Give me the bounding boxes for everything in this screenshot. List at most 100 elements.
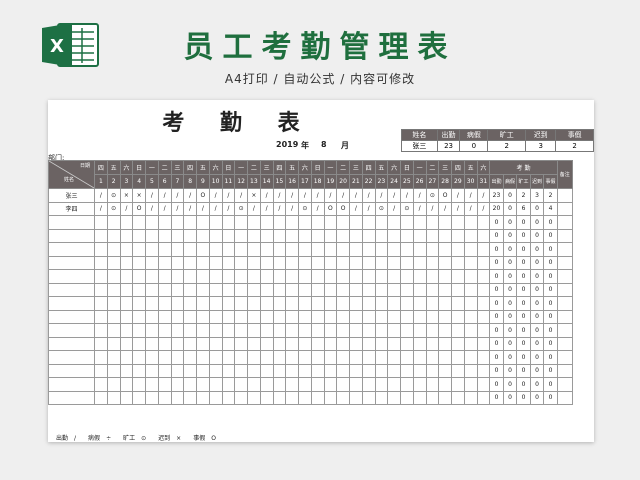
attendance-mark[interactable] bbox=[349, 255, 363, 270]
attendance-mark[interactable] bbox=[349, 282, 363, 297]
attendance-mark[interactable] bbox=[412, 269, 427, 284]
attendance-mark[interactable] bbox=[463, 323, 478, 338]
attendance-mark[interactable] bbox=[400, 228, 414, 243]
attendance-mark[interactable] bbox=[259, 255, 274, 270]
attendance-mark[interactable] bbox=[183, 242, 197, 257]
attendance-mark[interactable] bbox=[208, 282, 223, 297]
attendance-mark[interactable] bbox=[145, 215, 159, 230]
attendance-mark[interactable] bbox=[387, 215, 401, 230]
attendance-mark[interactable] bbox=[425, 296, 440, 311]
attendance-mark[interactable] bbox=[412, 377, 427, 392]
attendance-mark[interactable] bbox=[221, 377, 236, 392]
attendance-mark[interactable] bbox=[145, 255, 159, 270]
attendance-mark[interactable] bbox=[132, 377, 146, 392]
attendance-mark[interactable] bbox=[196, 309, 210, 324]
remark-cell[interactable] bbox=[556, 377, 573, 392]
attendance-mark[interactable] bbox=[119, 215, 134, 230]
attendance-mark[interactable] bbox=[412, 363, 427, 378]
attendance-mark[interactable] bbox=[374, 323, 389, 338]
attendance-mark[interactable]: / bbox=[451, 188, 465, 203]
attendance-mark[interactable] bbox=[374, 255, 389, 270]
attendance-mark[interactable] bbox=[323, 228, 338, 243]
attendance-mark[interactable] bbox=[221, 363, 236, 378]
employee-name[interactable]: 张三 bbox=[48, 188, 95, 203]
attendance-mark[interactable] bbox=[94, 363, 108, 378]
attendance-mark[interactable] bbox=[425, 269, 440, 284]
attendance-mark[interactable] bbox=[119, 336, 134, 351]
attendance-mark[interactable] bbox=[272, 336, 287, 351]
attendance-mark[interactable] bbox=[259, 323, 274, 338]
attendance-mark[interactable]: / bbox=[94, 188, 108, 203]
attendance-mark[interactable] bbox=[94, 390, 108, 405]
attendance-mark[interactable]: / bbox=[361, 201, 376, 216]
attendance-mark[interactable] bbox=[323, 242, 338, 257]
attendance-mark[interactable] bbox=[298, 377, 312, 392]
attendance-mark[interactable] bbox=[157, 377, 172, 392]
attendance-mark[interactable] bbox=[412, 242, 427, 257]
attendance-mark[interactable] bbox=[400, 377, 414, 392]
attendance-mark[interactable] bbox=[259, 363, 274, 378]
attendance-mark[interactable] bbox=[298, 228, 312, 243]
attendance-mark[interactable] bbox=[272, 228, 287, 243]
remark-cell[interactable] bbox=[556, 242, 573, 257]
attendance-mark[interactable]: / bbox=[196, 201, 210, 216]
attendance-mark[interactable] bbox=[272, 363, 287, 378]
remark-cell[interactable] bbox=[556, 228, 573, 243]
attendance-mark[interactable] bbox=[336, 323, 350, 338]
attendance-mark[interactable] bbox=[170, 350, 185, 365]
attendance-mark[interactable]: O bbox=[196, 188, 210, 203]
attendance-mark[interactable] bbox=[259, 215, 274, 230]
attendance-mark[interactable] bbox=[387, 363, 401, 378]
attendance-mark[interactable] bbox=[425, 323, 440, 338]
employee-name[interactable] bbox=[48, 323, 95, 338]
attendance-mark[interactable] bbox=[425, 377, 440, 392]
attendance-mark[interactable] bbox=[247, 215, 261, 230]
attendance-mark[interactable] bbox=[247, 323, 261, 338]
attendance-mark[interactable] bbox=[196, 336, 210, 351]
attendance-mark[interactable] bbox=[119, 269, 134, 284]
attendance-mark[interactable] bbox=[145, 377, 159, 392]
attendance-mark[interactable] bbox=[157, 323, 172, 338]
attendance-mark[interactable] bbox=[208, 350, 223, 365]
attendance-mark[interactable] bbox=[132, 323, 146, 338]
attendance-mark[interactable] bbox=[323, 215, 338, 230]
attendance-mark[interactable] bbox=[463, 350, 478, 365]
attendance-mark[interactable] bbox=[438, 350, 452, 365]
attendance-mark[interactable]: / bbox=[425, 201, 440, 216]
attendance-mark[interactable] bbox=[208, 296, 223, 311]
attendance-mark[interactable] bbox=[157, 390, 172, 405]
attendance-mark[interactable] bbox=[451, 363, 465, 378]
attendance-mark[interactable]: / bbox=[438, 201, 452, 216]
attendance-mark[interactable] bbox=[196, 323, 210, 338]
attendance-mark[interactable] bbox=[119, 323, 134, 338]
attendance-mark[interactable] bbox=[183, 282, 197, 297]
attendance-mark[interactable] bbox=[336, 228, 350, 243]
attendance-mark[interactable]: / bbox=[476, 201, 491, 216]
attendance-mark[interactable] bbox=[132, 350, 146, 365]
attendance-mark[interactable] bbox=[145, 336, 159, 351]
attendance-mark[interactable] bbox=[132, 296, 146, 311]
remark-cell[interactable] bbox=[556, 201, 573, 216]
attendance-mark[interactable] bbox=[208, 228, 223, 243]
attendance-mark[interactable] bbox=[361, 336, 376, 351]
attendance-mark[interactable] bbox=[387, 390, 401, 405]
attendance-mark[interactable] bbox=[400, 269, 414, 284]
attendance-mark[interactable] bbox=[285, 215, 299, 230]
attendance-mark[interactable] bbox=[272, 309, 287, 324]
employee-name[interactable] bbox=[48, 228, 95, 243]
attendance-mark[interactable] bbox=[272, 323, 287, 338]
attendance-mark[interactable] bbox=[349, 377, 363, 392]
attendance-mark[interactable] bbox=[476, 323, 491, 338]
attendance-mark[interactable] bbox=[387, 228, 401, 243]
attendance-mark[interactable] bbox=[425, 282, 440, 297]
attendance-mark[interactable] bbox=[400, 242, 414, 257]
attendance-mark[interactable]: / bbox=[183, 201, 197, 216]
attendance-mark[interactable] bbox=[425, 228, 440, 243]
attendance-mark[interactable] bbox=[438, 377, 452, 392]
attendance-mark[interactable] bbox=[157, 309, 172, 324]
attendance-mark[interactable] bbox=[361, 228, 376, 243]
attendance-mark[interactable] bbox=[463, 309, 478, 324]
attendance-mark[interactable]: ⊙ bbox=[400, 201, 414, 216]
employee-name[interactable]: 李四 bbox=[48, 201, 95, 216]
attendance-mark[interactable] bbox=[425, 336, 440, 351]
